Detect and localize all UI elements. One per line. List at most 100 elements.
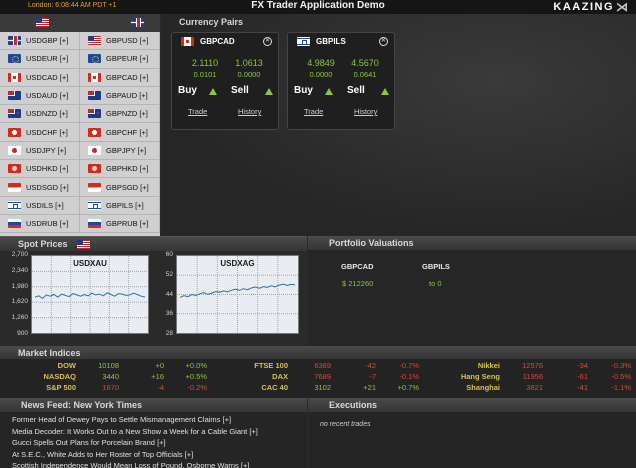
ca-flag-icon xyxy=(88,72,101,82)
spot-prices-panel: Spot Prices 2,700 2,340 1,980 1,620 1,260 900… xyxy=(0,236,307,346)
ch-flag-icon xyxy=(88,127,101,137)
index-name: DOW xyxy=(57,361,76,370)
us-flag-icon xyxy=(36,18,49,27)
currency-item-usdeur[interactable]: USDEUR [+] xyxy=(0,50,80,68)
currency-list-header xyxy=(0,14,160,32)
brand-name: KAAZING xyxy=(553,1,614,13)
currency-row: USDGBP [+] GBPUSD [+] xyxy=(0,32,160,51)
trade-link[interactable]: Trade xyxy=(304,107,323,116)
executions-title: Executions xyxy=(329,400,378,410)
currency-item-usdaud[interactable]: USDAUD [+] xyxy=(0,86,80,105)
gb-flag-icon xyxy=(8,36,21,46)
jp-flag-icon xyxy=(88,145,101,155)
history-link[interactable]: History xyxy=(238,107,261,116)
close-icon[interactable]: ✕ xyxy=(263,37,272,46)
currency-item-gbpnzd[interactable]: GBPNZD [+] xyxy=(80,105,160,123)
y-tick-label: 44 xyxy=(165,290,173,298)
y-tick-label: 1,260 xyxy=(11,314,28,322)
currency-item-usdchf[interactable]: USDCHF [+] xyxy=(0,123,80,141)
chart-title: USDXAU xyxy=(73,259,107,268)
currency-item-usdgbp[interactable]: USDGBP [+] xyxy=(0,32,80,50)
pair-header: GBPCAD xyxy=(181,37,235,46)
currency-label: GBPNZD [+] xyxy=(106,109,148,119)
currency-item-usdils[interactable]: USDILS [+] xyxy=(0,196,80,214)
index-value: 7689 xyxy=(314,372,331,381)
currency-item-gbphkd[interactable]: GBPHKD [+] xyxy=(80,160,160,178)
currency-item-usdsgd[interactable]: USDSGD [+] xyxy=(0,178,80,196)
index-row: NASDAQ 3440 +16 +0.5% DAX 7689 -7 -0.1% Hang Sen… xyxy=(0,372,636,383)
currency-item-usdhkd[interactable]: USDHKD [+] xyxy=(0,160,80,178)
spot-chart-usdxag: USDXAG xyxy=(176,255,299,334)
currency-item-gbpeur[interactable]: GBPEUR [+] xyxy=(80,50,160,68)
index-name: FTSE 100 xyxy=(254,361,288,370)
currency-label: GBPRUB [+] xyxy=(106,219,149,229)
kaazing-mark-icon: ⋊ xyxy=(616,0,628,14)
sell-spread: 0.0000 xyxy=(237,70,261,79)
index-name: Shanghai xyxy=(466,383,500,392)
eu-flag-icon xyxy=(88,54,101,64)
index-percent: -0.3% xyxy=(611,361,631,370)
currency-pair-card: GBPILS ✕ 4.9849 4.5670 0.0000 0.0641 Buy Sell Tr… xyxy=(287,32,395,130)
news-headline[interactable]: Media Decoder: It Works Out to a New Sho… xyxy=(12,427,258,436)
currency-row: USDSGD [+] GBPSGD [+] xyxy=(0,178,160,197)
currency-label: GBPEUR [+] xyxy=(106,54,149,64)
index-change: -61 xyxy=(577,372,588,381)
buy-button[interactable]: Buy xyxy=(178,85,197,96)
close-icon[interactable]: ✕ xyxy=(379,37,388,46)
buy-spread: 0.0101 xyxy=(193,70,217,79)
currency-item-gbpchf[interactable]: GBPCHF [+] xyxy=(80,123,160,141)
index-row: DOW 10108 +0 +0.0% FTSE 100 6369 -42 -0.7% Nikke… xyxy=(0,361,636,372)
currency-item-gbpaud[interactable]: GBPAUD [+] xyxy=(80,86,160,105)
currency-item-gbprub[interactable]: GBPRUB [+] xyxy=(80,214,160,233)
index-row: S&P 500 1670 -4 -0.2% CAC 40 3102 +21 +0.7% Shan… xyxy=(0,383,636,394)
ru-flag-icon xyxy=(8,219,21,229)
currency-item-gbpjpy[interactable]: GBPJPY [+] xyxy=(80,141,160,160)
index-percent: -0.5% xyxy=(611,372,631,381)
trade-link[interactable]: Trade xyxy=(188,107,207,116)
buy-button[interactable]: Buy xyxy=(294,85,313,96)
spot-chart-usdxau: USDXAU xyxy=(31,255,149,334)
currency-row: USDCHF [+] GBPCHF [+] xyxy=(0,123,160,142)
index-percent: -0.7% xyxy=(399,361,419,370)
jp-flag-icon xyxy=(8,145,21,155)
y-tick-label: 2,340 xyxy=(11,266,28,274)
currency-label: GBPJPY [+] xyxy=(106,145,147,155)
currency-row: USDHKD [+] GBPHKD [+] xyxy=(0,160,160,179)
news-headline[interactable]: Gucci Spells Out Plans for Porcelain Bra… xyxy=(12,438,166,447)
spot-prices-header: Spot Prices xyxy=(0,237,307,251)
pair-header: GBPILS xyxy=(297,37,346,46)
currency-label: USDEUR [+] xyxy=(26,54,69,64)
currency-label: USDSGD [+] xyxy=(26,182,69,192)
news-headline[interactable]: Scottish Independence Would Mean Loss of… xyxy=(12,461,249,468)
sell-button[interactable]: Sell xyxy=(347,85,365,96)
pair-name: GBPCAD xyxy=(200,37,235,46)
index-name: CAC 40 xyxy=(261,383,288,392)
news-headline[interactable]: At S.E.C., White Adds to Her Roster of T… xyxy=(12,450,193,459)
au-flag-icon xyxy=(88,91,101,101)
currency-item-gbpusd[interactable]: GBPUSD [+] xyxy=(80,32,160,50)
index-percent: +0.0% xyxy=(185,361,207,370)
currency-row: USDAUD [+] GBPAUD [+] xyxy=(0,86,160,106)
currency-label: USDCHF [+] xyxy=(26,127,68,137)
history-link[interactable]: History xyxy=(354,107,377,116)
nz-flag-icon xyxy=(88,109,101,119)
sell-button[interactable]: Sell xyxy=(231,85,249,96)
currency-label: USDHKD [+] xyxy=(26,164,69,174)
ru-flag-icon xyxy=(88,219,101,229)
y-tick-label: 60 xyxy=(165,251,173,258)
currency-item-usdnzd[interactable]: USDNZD [+] xyxy=(0,105,80,123)
currency-item-usdjpy[interactable]: USDJPY [+] xyxy=(0,141,80,160)
news-headline[interactable]: Former Head of Dewey Pays to Settle Mism… xyxy=(12,415,231,424)
currency-item-gbpils[interactable]: GBPILS [+] xyxy=(80,196,160,214)
currency-label: GBPILS [+] xyxy=(106,200,144,210)
currency-row: USDJPY [+] GBPJPY [+] xyxy=(0,141,160,161)
currency-item-usdrub[interactable]: USDRUB [+] xyxy=(0,214,80,233)
currency-item-gbpcad[interactable]: GBPCAD [+] xyxy=(80,68,160,86)
currency-item-gbpsgd[interactable]: GBPSGD [+] xyxy=(80,178,160,196)
il-flag-icon xyxy=(297,37,310,46)
currency-item-usdcad[interactable]: USDCAD [+] xyxy=(0,68,80,86)
currency-label: GBPCAD [+] xyxy=(106,72,149,82)
index-change: -7 xyxy=(369,372,376,381)
portfolio-panel: Portfolio Valuations GBPCAD $ 212260 GBP… xyxy=(308,236,636,346)
index-value: 3821 xyxy=(526,383,543,392)
